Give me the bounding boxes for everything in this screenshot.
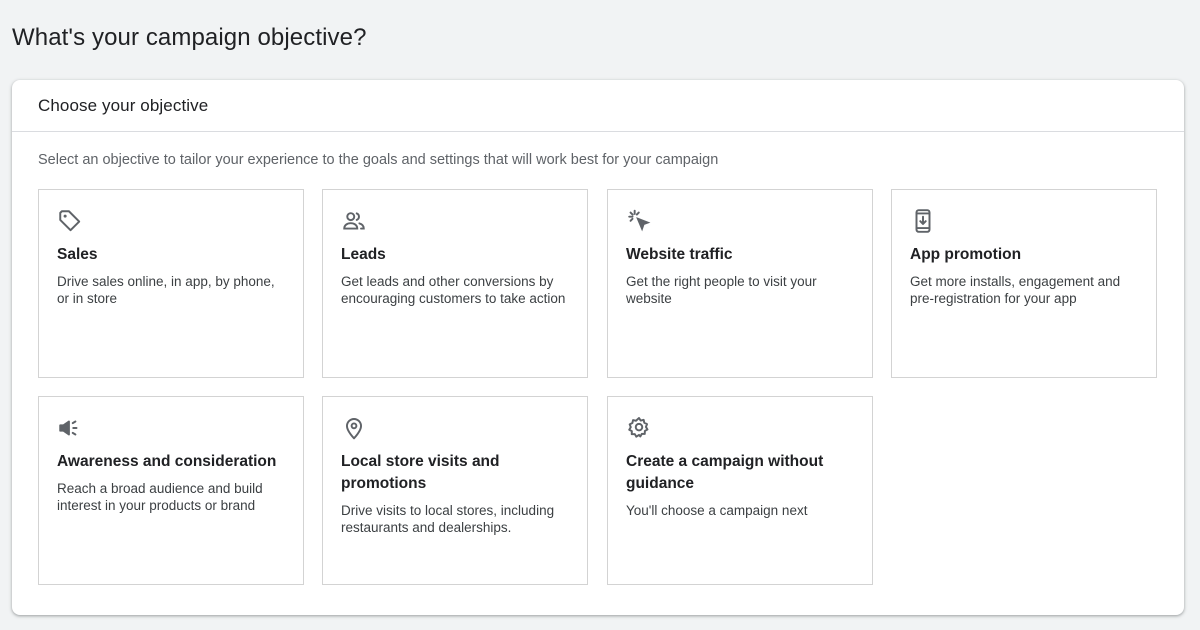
page-title: What's your campaign objective?	[12, 24, 367, 51]
tile-description: Get more installs, engagement and pre-re…	[910, 274, 1121, 306]
objective-tile-leads[interactable]: Leads Get leads and other conversions by…	[322, 189, 588, 378]
tile-title: Sales	[57, 246, 98, 263]
tile-title: Leads	[341, 246, 386, 263]
tile-title: Awareness and consideration	[57, 453, 277, 470]
phone-download-icon	[910, 208, 936, 234]
tile-title: App promotion	[910, 246, 1022, 263]
people-icon	[341, 208, 367, 234]
tile-title: Website traffic	[626, 246, 733, 263]
objective-tile-no-guidance[interactable]: Create a campaign without guidance You'l…	[607, 396, 873, 585]
megaphone-icon	[57, 415, 83, 441]
card-description: Select an objective to tailor your exper…	[38, 152, 719, 168]
cursor-click-icon	[626, 208, 652, 234]
gear-icon	[626, 415, 652, 441]
tile-title: Local store visits and promotions	[341, 453, 500, 492]
tile-description: Get the right people to visit your websi…	[626, 274, 817, 306]
tile-description: Drive sales online, in app, by phone, or…	[57, 274, 275, 306]
objective-tile-local-store[interactable]: Local store visits and promotions Drive …	[322, 396, 588, 585]
tile-title: Create a campaign without guidance	[626, 453, 824, 492]
location-pin-icon	[341, 415, 367, 441]
tile-description: Get leads and other conversions by encou…	[341, 274, 566, 306]
objective-tile-awareness[interactable]: Awareness and consideration Reach a broa…	[38, 396, 304, 585]
objective-card: Choose your objective Select an objectiv…	[12, 80, 1184, 615]
tile-description: You'll choose a campaign next	[626, 503, 808, 518]
objective-tile-sales[interactable]: Sales Drive sales online, in app, by pho…	[38, 189, 304, 378]
objective-tile-website-traffic[interactable]: Website traffic Get the right people to …	[607, 189, 873, 378]
tag-icon	[57, 208, 83, 234]
tile-description: Drive visits to local stores, including …	[341, 503, 555, 535]
card-title: Choose your objective	[38, 95, 209, 115]
tile-description: Reach a broad audience and build interes…	[57, 481, 263, 513]
card-header: Choose your objective	[12, 80, 1184, 132]
objective-tile-app-promotion[interactable]: App promotion Get more installs, engagem…	[891, 189, 1157, 378]
